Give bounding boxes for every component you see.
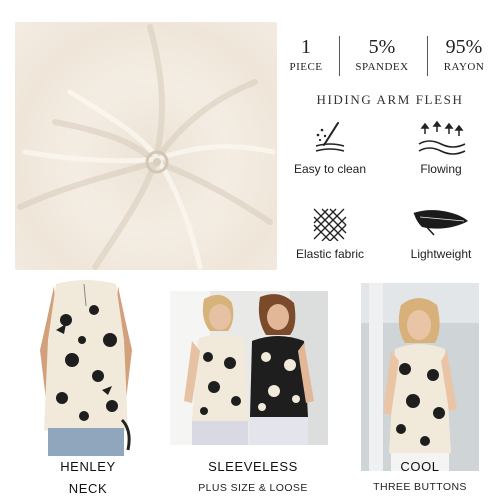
caption-subtitle: PLUS SIZE & LOOSE <box>198 482 308 494</box>
caption-title: SLEEVELESS <box>208 459 298 474</box>
feature-elastic: Elastic fabric <box>284 205 376 261</box>
easy-clean-icon <box>315 122 345 152</box>
caption-title: HENLEY <box>60 459 116 474</box>
stat-number: 1 <box>301 36 311 58</box>
stat-label: PIECE <box>289 61 323 73</box>
stat-spandex: 5% SPANDEX <box>347 36 417 73</box>
feather-icon <box>413 210 468 236</box>
feature-label: Easy to clean <box>293 162 367 176</box>
feature-label: Elastic fabric <box>295 247 365 261</box>
feature-lightweight: Lightweight <box>394 205 488 261</box>
feature-label: Flowing <box>420 162 462 176</box>
stat-number: 95% <box>445 36 483 58</box>
model-photo-sleeveless <box>170 291 328 445</box>
stat-label: RAYON <box>443 61 485 73</box>
caption-subtitle: NECK <box>68 481 108 496</box>
stat-number: 5% <box>368 36 396 58</box>
feature-label: Lightweight <box>410 247 472 261</box>
feature-flowing: Flowing <box>394 120 488 176</box>
caption-subtitle: THREE BUTTONS <box>373 481 467 493</box>
stat-label: SPANDEX <box>355 61 409 73</box>
model-photo-henley <box>32 280 140 456</box>
model-photo-cool <box>361 283 479 471</box>
flowing-icon <box>418 120 466 155</box>
caption-title: COOL <box>400 459 440 474</box>
divider <box>339 36 340 76</box>
stat-piece: 1 PIECE <box>285 36 327 73</box>
divider <box>427 36 428 76</box>
elastic-fabric-icon <box>313 208 347 241</box>
fabric-swatch-image <box>15 22 277 270</box>
stat-rayon: 95% RAYON <box>434 36 494 73</box>
feature-heading: HIDING ARM FLESH <box>316 92 464 107</box>
feature-easy-clean: Easy to clean <box>284 120 376 176</box>
